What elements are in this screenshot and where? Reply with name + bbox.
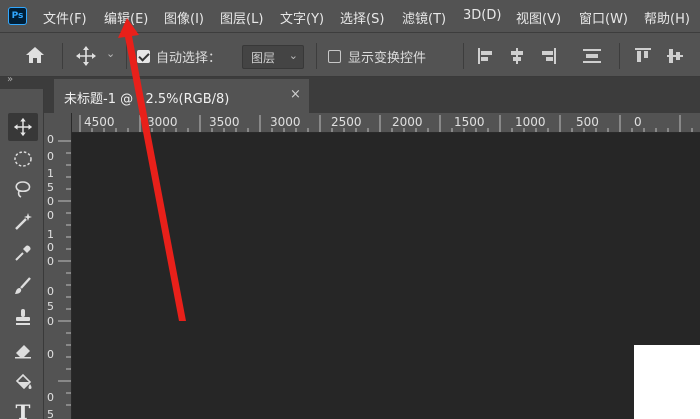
align-left-edges-icon[interactable] xyxy=(477,47,495,65)
ruler-label: 1500 xyxy=(454,115,485,129)
align-horizontal-centers-icon[interactable] xyxy=(508,47,526,65)
align-right-edges-icon[interactable] xyxy=(539,47,557,65)
ruler-label: 0 xyxy=(47,150,54,163)
ruler-label: 0 xyxy=(47,195,54,208)
menu-type[interactable]: 文字(Y) xyxy=(280,8,324,27)
menu-3d[interactable]: 3D(D) xyxy=(463,8,501,23)
ruler-label: 0 xyxy=(47,315,54,328)
show-transform-label: 显示变换控件 xyxy=(348,51,427,66)
ruler-label: 0 xyxy=(47,255,54,268)
tool-preset-chevron-icon[interactable]: ⌄ xyxy=(106,47,115,60)
align-vertical-distribute-icon[interactable] xyxy=(582,47,601,65)
auto-select-checkbox[interactable] xyxy=(137,50,150,63)
align-top-edges-icon[interactable] xyxy=(634,47,652,65)
brush-icon xyxy=(13,276,33,296)
vertical-ruler[interactable]: 0 0 1 5 0 0 1 0 0 0 5 0 0 0 5 xyxy=(44,113,72,419)
ruler-label: 1 xyxy=(47,167,54,180)
move-tool[interactable] xyxy=(8,113,38,141)
horizontal-ruler[interactable]: 4500 3000 3500 3000 2500 2000 1500 1000 … xyxy=(72,113,700,133)
document-canvas[interactable] xyxy=(634,345,700,419)
menu-filter[interactable]: 滤镜(T) xyxy=(402,8,446,27)
ruler-label: 3000 xyxy=(270,115,301,129)
document-tab[interactable]: 未标题-1 @ 12.5%(RGB/8) × xyxy=(54,79,309,113)
move-icon xyxy=(13,117,33,137)
show-transform-checkbox[interactable] xyxy=(328,50,341,63)
menu-select[interactable]: 选择(S) xyxy=(340,8,384,27)
type-icon: T xyxy=(15,400,31,419)
ruler-label: 3000 xyxy=(147,115,178,129)
options-bar: ⌄ 自动选择： 图层 ⌄ 显示变换控件 xyxy=(0,32,700,77)
brush-tool[interactable] xyxy=(8,272,38,300)
photoshop-logo-icon[interactable]: Ps xyxy=(8,7,27,25)
ruler-label: 5 xyxy=(47,181,54,194)
collapse-chevron-icon: » xyxy=(7,74,14,85)
close-icon[interactable]: × xyxy=(290,87,301,102)
ruler-label: 5 xyxy=(47,300,54,313)
ruler-label: 4500 xyxy=(84,115,115,129)
move-tool-icon[interactable] xyxy=(75,45,97,71)
ruler-label: 0 xyxy=(634,115,642,129)
menu-image[interactable]: 图像(I) xyxy=(164,8,204,27)
menu-view[interactable]: 视图(V) xyxy=(516,8,561,27)
marquee-tool[interactable] xyxy=(8,145,38,173)
ruler-label: 0 xyxy=(47,285,54,298)
ruler-label: 2500 xyxy=(331,115,362,129)
canvas-workspace[interactable] xyxy=(72,133,700,419)
paint-bucket-icon xyxy=(13,372,33,392)
menu-edit[interactable]: 编辑(E) xyxy=(104,8,148,27)
ruler-label: 0 xyxy=(47,391,54,404)
magic-wand-tool[interactable] xyxy=(8,207,38,235)
ruler-label: 1 xyxy=(47,228,54,241)
eyedropper-icon xyxy=(13,243,33,263)
eraser-tool[interactable] xyxy=(8,336,38,364)
ruler-label: 0 xyxy=(47,133,54,146)
menu-help[interactable]: 帮助(H) xyxy=(644,8,690,27)
auto-select-target-dropdown[interactable]: 图层 ⌄ xyxy=(242,45,304,69)
paint-bucket-tool[interactable] xyxy=(8,368,38,396)
ruler-label: 500 xyxy=(576,115,599,129)
lasso-tool[interactable] xyxy=(8,175,38,203)
eraser-icon xyxy=(13,340,33,360)
document-tab-bar: 未标题-1 @ 12.5%(RGB/8) × xyxy=(44,77,700,113)
menu-bar: Ps 文件(F) 编辑(E) 图像(I) 图层(L) 文字(Y) 选择(S) 滤… xyxy=(0,0,700,32)
menu-layer[interactable]: 图层(L) xyxy=(220,8,263,27)
magic-wand-icon xyxy=(13,211,33,231)
document-tab-title: 未标题-1 @ 12.5%(RGB/8) xyxy=(64,92,230,107)
lasso-icon xyxy=(13,179,33,199)
toolbar-collapse-strip[interactable]: » xyxy=(0,74,44,89)
tools-panel: T xyxy=(0,89,44,419)
ruler-label: 0 xyxy=(47,209,54,222)
eyedropper-tool[interactable] xyxy=(8,239,38,267)
ruler-label: 3500 xyxy=(209,115,240,129)
ruler-label: 2000 xyxy=(392,115,423,129)
home-icon[interactable] xyxy=(24,45,46,69)
menu-window[interactable]: 窗口(W) xyxy=(579,8,628,27)
clone-stamp-tool[interactable] xyxy=(8,303,38,331)
type-tool[interactable]: T xyxy=(8,398,38,419)
align-vertical-centers-icon[interactable] xyxy=(666,47,684,65)
stamp-icon xyxy=(13,307,33,327)
auto-select-target-value: 图层 xyxy=(251,51,276,65)
ruler-label: 0 xyxy=(47,241,54,254)
auto-select-label: 自动选择： xyxy=(156,51,222,66)
ruler-label: 1000 xyxy=(515,115,546,129)
ruler-label: 0 xyxy=(47,348,54,361)
chevron-down-icon: ⌄ xyxy=(288,49,298,62)
marquee-icon xyxy=(13,150,33,168)
ruler-label: 5 xyxy=(47,408,54,419)
menu-file[interactable]: 文件(F) xyxy=(43,8,87,27)
